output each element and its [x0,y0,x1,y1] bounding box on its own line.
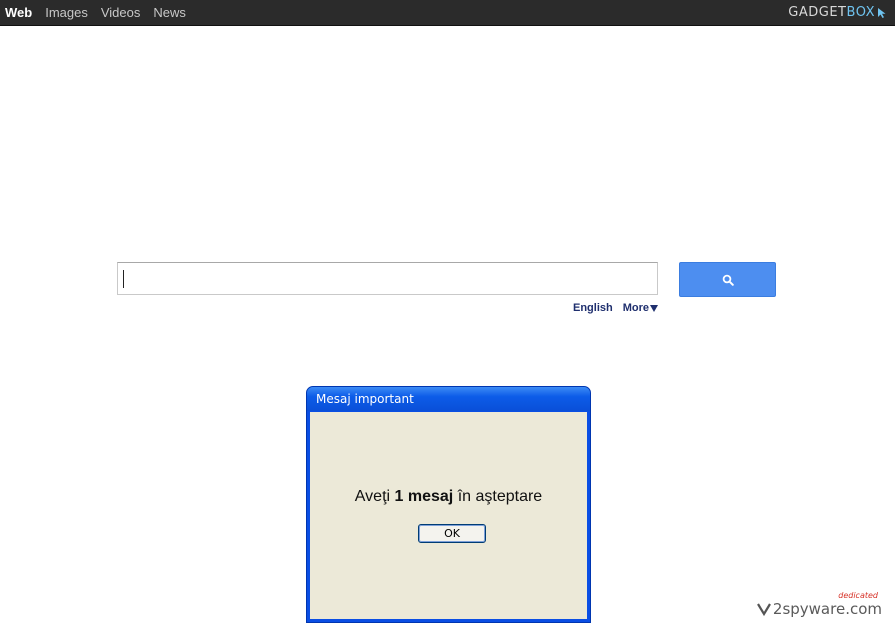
dialog-title[interactable]: Mesaj important [307,387,590,411]
nav-tabs: Web Images Videos News [5,5,186,20]
search-input[interactable] [117,262,658,295]
tab-news[interactable]: News [153,5,186,20]
watermark: 2spyware.com dedicated [756,591,882,618]
language-options: English More [573,302,658,314]
tab-web[interactable]: Web [5,5,32,20]
spyware-logo-icon [756,603,771,617]
more-languages-link[interactable]: More [623,302,658,314]
more-label: More [622,302,649,314]
alert-dialog: Mesaj important Aveţi 1 mesaj în aştepta… [306,386,591,623]
message-suffix: în aşteptare [453,488,543,505]
text-caret [123,270,124,288]
dialog-message: Aveţi 1 mesaj în aşteptare [310,488,587,506]
search-button[interactable] [679,262,776,297]
message-count: 1 mesaj [394,488,454,505]
cursor-arrow-icon [878,7,886,18]
ok-button[interactable]: OK [418,524,486,543]
tab-videos[interactable]: Videos [101,5,141,20]
brand-logo-part1: GADGET [788,5,847,20]
watermark-text: 2spyware.com [772,600,882,618]
tab-images[interactable]: Images [45,5,88,20]
brand-logo[interactable]: GADGET BOX [788,5,887,20]
top-navigation-bar: Web Images Videos News GADGET BOX [0,0,895,26]
brand-logo-part2: BOX [846,5,875,20]
search-icon [722,274,734,286]
language-link[interactable]: English [573,302,613,314]
dialog-body: Aveţi 1 mesaj în aşteptare OK [310,412,587,619]
triangle-down-icon [650,304,658,312]
watermark-tag: dedicated [838,591,878,600]
message-prefix: Aveţi [354,488,395,505]
